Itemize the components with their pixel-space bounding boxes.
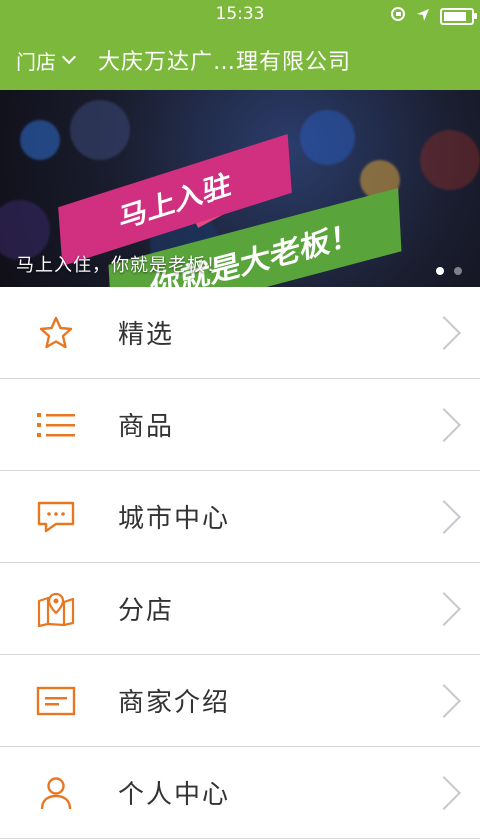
- menu-item-city-center[interactable]: 城市中心: [0, 471, 480, 563]
- chevron-down-icon: [61, 49, 77, 65]
- banner-caption: 马上入住，你就是老板！: [16, 255, 225, 276]
- menu-item-branches[interactable]: 分店: [0, 563, 480, 655]
- menu-item-label: 商家介绍: [118, 688, 231, 718]
- menu-item-label: 商品: [118, 412, 175, 442]
- location-icon: [416, 7, 430, 26]
- menu-item-profile[interactable]: 个人中心: [0, 747, 480, 839]
- menu-item-label: 精选: [118, 320, 175, 350]
- battery-icon: [440, 7, 477, 25]
- chevron-right-icon: [427, 315, 461, 350]
- menu-item-label: 个人中心: [118, 780, 231, 810]
- status-bar: 15:33: [0, 0, 480, 30]
- rotation-lock-icon: [390, 6, 406, 26]
- menu-item-products[interactable]: 商品: [0, 379, 480, 471]
- chevron-right-icon: [427, 407, 461, 442]
- map-icon: [36, 589, 76, 629]
- top-navbar: 门店 大庆万达广…理有限公司: [0, 30, 480, 90]
- chevron-right-icon: [427, 683, 461, 718]
- carousel-dots: [436, 267, 462, 275]
- carousel-dot-active: [436, 267, 444, 275]
- status-icons: [390, 6, 477, 26]
- store-switcher[interactable]: 门店: [16, 46, 77, 75]
- menu-item-label: 分店: [118, 596, 175, 626]
- menu-item-merchant-intro[interactable]: 商家介绍: [0, 655, 480, 747]
- list-icon: [36, 405, 76, 445]
- company-name: 大庆万达广…理有限公司: [98, 50, 352, 75]
- user-icon: [36, 773, 76, 813]
- carousel-dot: [454, 267, 462, 275]
- chevron-right-icon: [427, 499, 461, 534]
- star-icon: [36, 313, 76, 353]
- menu-item-featured[interactable]: 精选: [0, 287, 480, 379]
- chevron-right-icon: [427, 775, 461, 810]
- main-menu: 精选 商品 城市中心 分店 商家介绍 个人中心: [0, 287, 480, 839]
- card-icon: [36, 681, 76, 721]
- store-label: 门店: [16, 49, 56, 74]
- chat-icon: [36, 497, 76, 537]
- promo-banner[interactable]: 马上入驻 你就是大老板！ 马上入住，你就是老板！: [0, 90, 480, 287]
- chevron-right-icon: [427, 591, 461, 626]
- menu-item-label: 城市中心: [118, 504, 231, 534]
